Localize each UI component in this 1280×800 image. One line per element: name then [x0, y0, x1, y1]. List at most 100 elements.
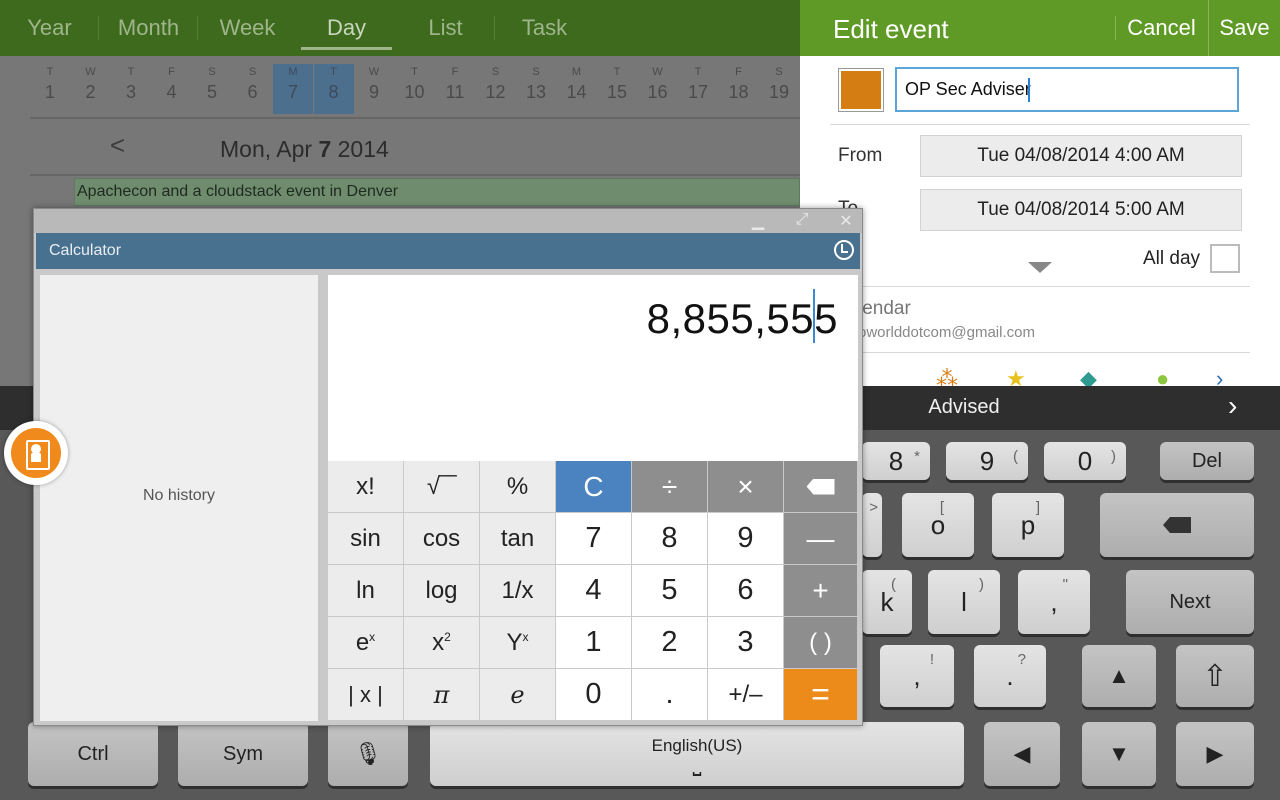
power-key[interactable]: Yx: [480, 617, 556, 669]
mic-key[interactable]: 🎙: [328, 722, 408, 786]
key-p[interactable]: p]: [992, 493, 1064, 557]
tab-year[interactable]: Year: [0, 0, 99, 56]
minimize-icon[interactable]: ▁: [746, 211, 770, 231]
digit-0-key[interactable]: 0: [556, 669, 632, 721]
chevron-right-icon[interactable]: ›: [1216, 366, 1223, 386]
week-day-11[interactable]: F 11: [435, 64, 475, 114]
log-key[interactable]: log: [404, 565, 480, 617]
arrow-left-key[interactable]: ◀: [984, 722, 1060, 786]
key-9[interactable]: 9(: [946, 442, 1028, 480]
sin-key[interactable]: sin: [328, 513, 404, 565]
week-day-13[interactable]: S 13: [516, 64, 556, 114]
contact-shortcut-button[interactable]: [4, 421, 68, 485]
key-k[interactable]: k(: [862, 570, 912, 634]
week-day-5[interactable]: S5: [192, 64, 232, 114]
close-icon[interactable]: ✕: [834, 211, 858, 231]
week-day-1[interactable]: T1: [30, 64, 70, 114]
euler-key[interactable]: e: [480, 669, 556, 721]
tab-list[interactable]: List: [396, 0, 495, 56]
word-suggestion[interactable]: Advised: [864, 396, 1064, 419]
space-key[interactable]: English(US) ⎵: [430, 722, 964, 786]
from-datetime-field[interactable]: Tue 04/08/2014 4:00 AM: [920, 135, 1242, 177]
week-day-18[interactable]: F 18: [719, 64, 759, 114]
tab-day[interactable]: Day: [297, 0, 396, 56]
shift-key[interactable]: ⇧: [1176, 645, 1254, 707]
week-day-19[interactable]: S 19: [759, 64, 799, 114]
digit-5-key[interactable]: 5: [632, 565, 708, 617]
bulb-sticker-icon[interactable]: ●: [1156, 366, 1169, 386]
key-l[interactable]: l): [928, 570, 1000, 634]
digit-8-key[interactable]: 8: [632, 513, 708, 565]
chevron-left-icon[interactable]: <: [110, 130, 125, 161]
history-toggle-icon[interactable]: [834, 240, 854, 260]
key-partial[interactable]: >: [862, 493, 882, 557]
week-day-6[interactable]: S6: [233, 64, 273, 114]
all-day-checkbox[interactable]: [1210, 244, 1240, 273]
digit-3-key[interactable]: 3: [708, 617, 784, 669]
ctrl-key[interactable]: Ctrl: [28, 722, 158, 786]
ln-key[interactable]: ln: [328, 565, 404, 617]
week-day-9[interactable]: W9: [354, 64, 394, 114]
clear-key[interactable]: C: [556, 461, 632, 513]
abs-key[interactable]: | x |: [328, 669, 404, 721]
money-sticker-icon[interactable]: ◆: [1080, 366, 1097, 386]
cancel-button[interactable]: Cancel: [1115, 0, 1208, 56]
week-day-3[interactable]: T3: [111, 64, 151, 114]
key-period-question[interactable]: .?: [974, 645, 1046, 707]
backspace-key[interactable]: [784, 461, 858, 513]
multiply-key[interactable]: ×: [708, 461, 784, 513]
expand-more-icon[interactable]: [1028, 262, 1052, 273]
arrow-up-key[interactable]: ▲: [1082, 645, 1156, 707]
tan-key[interactable]: tan: [480, 513, 556, 565]
calendar-account[interactable]: oworlddotcom@gmail.com: [858, 324, 1035, 341]
key-0[interactable]: 0): [1044, 442, 1126, 480]
delete-key[interactable]: Del: [1160, 442, 1254, 480]
sym-key[interactable]: Sym: [178, 722, 308, 786]
digit-2-key[interactable]: 2: [632, 617, 708, 669]
percent-key[interactable]: %: [480, 461, 556, 513]
to-datetime-field[interactable]: Tue 04/08/2014 5:00 AM: [920, 189, 1242, 231]
week-day-14[interactable]: M 14: [557, 64, 597, 114]
arrow-down-key[interactable]: ▼: [1082, 722, 1156, 786]
digit-1-key[interactable]: 1: [556, 617, 632, 669]
cos-key[interactable]: cos: [404, 513, 480, 565]
digit-9-key[interactable]: 9: [708, 513, 784, 565]
decimal-key[interactable]: .: [632, 669, 708, 721]
week-day-15[interactable]: T 15: [597, 64, 637, 114]
event-title-input[interactable]: [895, 67, 1239, 112]
digit-6-key[interactable]: 6: [708, 565, 784, 617]
star-sticker-icon[interactable]: ★: [1006, 366, 1026, 386]
digit-7-key[interactable]: 7: [556, 513, 632, 565]
week-day-2[interactable]: W2: [71, 64, 111, 114]
exp-key[interactable]: ex: [328, 617, 404, 669]
factorial-key[interactable]: x!: [328, 461, 404, 513]
arrow-right-key[interactable]: ▶: [1176, 722, 1254, 786]
pi-key[interactable]: π: [404, 669, 480, 721]
key-o[interactable]: o[: [902, 493, 974, 557]
tab-month[interactable]: Month: [99, 0, 198, 56]
event-color-picker[interactable]: [838, 68, 884, 112]
add-key[interactable]: +: [784, 565, 858, 617]
week-day-4[interactable]: F4: [152, 64, 192, 114]
candles-sticker-icon[interactable]: ⁂: [936, 366, 958, 386]
tab-task[interactable]: Task: [495, 0, 594, 56]
week-day-12[interactable]: S 12: [476, 64, 516, 114]
sqrt-key[interactable]: √‾‾: [404, 461, 480, 513]
parentheses-key[interactable]: ( ): [784, 617, 858, 669]
save-button[interactable]: Save: [1208, 0, 1280, 56]
next-key[interactable]: Next: [1126, 570, 1254, 634]
maximize-icon[interactable]: ⤢: [790, 211, 814, 231]
sign-key[interactable]: +/–: [708, 669, 784, 721]
all-day-event[interactable]: Apachecon and a cloudstack event in Denv…: [74, 178, 800, 206]
chevron-right-icon[interactable]: ›: [1228, 390, 1237, 422]
week-day-8[interactable]: T8: [313, 64, 354, 114]
key-8[interactable]: 8 *: [862, 442, 930, 480]
week-day-16[interactable]: W 16: [638, 64, 678, 114]
calculator-display[interactable]: 8,855,555: [328, 275, 858, 461]
square-key[interactable]: x2: [404, 617, 480, 669]
subtract-key[interactable]: —: [784, 513, 858, 565]
equals-key[interactable]: =: [784, 669, 858, 721]
reciprocal-key[interactable]: 1/x: [480, 565, 556, 617]
week-day-17[interactable]: T 17: [678, 64, 718, 114]
key-comma-exclaim[interactable]: ,!: [880, 645, 954, 707]
